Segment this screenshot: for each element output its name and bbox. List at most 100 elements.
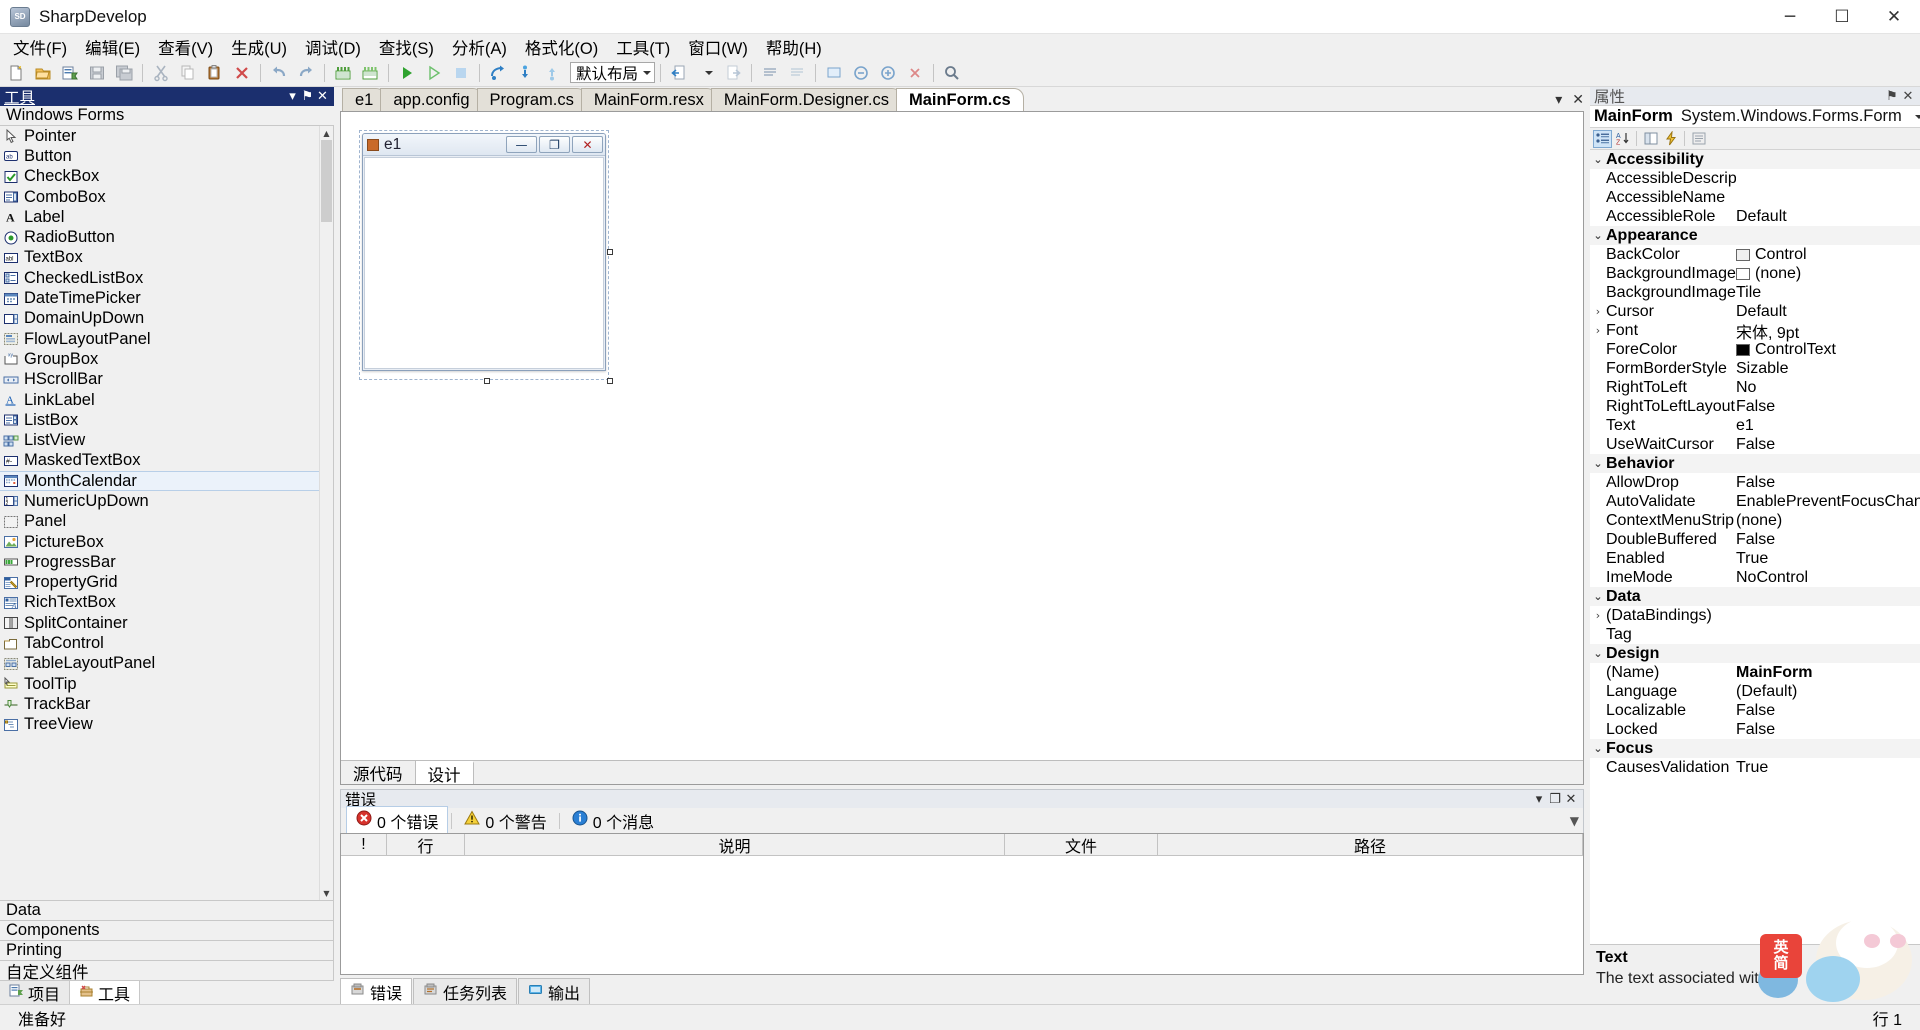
property-value[interactable]: MainForm [1736,664,1920,682]
chevron-down-icon[interactable]: ⌄ [1590,153,1606,166]
toolbox-category-windows-forms[interactable]: Windows Forms [0,106,334,126]
property-category-accessibility[interactable]: ⌄ Accessibility [1590,150,1920,169]
property-value[interactable]: False [1736,721,1920,739]
property-value[interactable]: False [1736,436,1920,454]
delete-icon[interactable] [229,61,255,85]
toolbox-item-panel[interactable]: Panel [0,512,333,532]
open-project-icon[interactable] [57,61,83,85]
error-panel-close-button[interactable]: ✕ [1563,792,1579,807]
error-column-header[interactable]: ! [341,834,387,855]
toolbox-item-tablelayoutpanel[interactable]: TableLayoutPanel [0,654,333,674]
toolbox-item-hscrollbar[interactable]: HScrollBar [0,370,333,390]
toolbox-item-datetimepicker[interactable]: DateTimePicker [0,288,333,308]
menu-search[interactable]: 查找(S) [370,32,443,62]
undo-icon[interactable] [266,61,292,85]
chevron-right-icon[interactable]: › [1590,305,1606,318]
toolbox-item-groupbox[interactable]: xy GroupBox [0,349,333,369]
toolbox-collapse-button[interactable]: ▾ [285,89,300,104]
property-value[interactable]: Tile [1736,284,1920,302]
toolbox-item-progressbar[interactable]: ProgressBar [0,552,333,572]
paste-icon[interactable] [202,61,228,85]
property-pages-button[interactable] [1689,130,1708,148]
navigate-back-icon[interactable] [666,61,692,85]
toolbox-item-maskedtextbox[interactable]: #- MaskedTextBox [0,451,333,471]
tab-source-code[interactable]: 源代码 [341,761,416,784]
toolbox-item-button[interactable]: ab Button [0,146,333,166]
tab-design[interactable]: 设计 [415,761,474,785]
navigate-forward-icon[interactable] [720,61,746,85]
chevron-down-icon[interactable]: ⌄ [1590,229,1606,242]
rebuild-icon[interactable] [357,61,383,85]
filter-messages-button[interactable]: 0 个消息 [563,807,663,835]
open-file-icon[interactable] [30,61,56,85]
toolbox-item-propertygrid[interactable]: PropertyGrid [0,573,333,593]
step-over-icon[interactable] [485,61,511,85]
property-value[interactable]: (none) [1736,512,1920,530]
scroll-down-icon[interactable]: ▼ [320,886,333,900]
property-row[interactable]: BackgroundImageLayTile [1590,283,1920,302]
toolbox-item-domainupdown[interactable]: DomainUpDown [0,309,333,329]
save-icon[interactable] [84,61,110,85]
properties-close-button[interactable]: ✕ [1900,89,1916,104]
search-icon[interactable] [939,61,965,85]
property-value[interactable]: 宋体, 9pt [1736,319,1920,343]
toolbox-item-splitcontainer[interactable]: SplitContainer [0,613,333,633]
property-category-data[interactable]: ⌄ Data [1590,587,1920,606]
step-out-icon[interactable] [539,61,565,85]
property-value[interactable]: False [1736,702,1920,720]
tab-project[interactable]: 项目 [0,981,71,1004]
toolbox-item-linklabel[interactable]: A LinkLabel [0,390,333,410]
property-category-appearance[interactable]: ⌄ Appearance [1590,226,1920,245]
property-row[interactable]: Tag [1590,625,1920,644]
indent-icon[interactable] [821,61,847,85]
property-row[interactable]: ImeMode NoControl [1590,568,1920,587]
toolbox-item-radiobutton[interactable]: RadioButton [0,227,333,247]
property-value[interactable]: False [1736,531,1920,549]
property-row[interactable]: BackColor Control [1590,245,1920,264]
property-value[interactable]: NoControl [1736,569,1920,587]
property-category-behavior[interactable]: ⌄ Behavior [1590,454,1920,473]
chevron-down-icon[interactable]: ⌄ [1590,457,1606,470]
filter-warnings-button[interactable]: 0 个警告 [455,807,555,835]
toolbox-pin-button[interactable]: ⚑ [300,89,315,104]
menu-analysis[interactable]: 分析(A) [443,32,516,62]
error-bar-overflow-button[interactable]: ▼ [1570,814,1579,828]
error-panel-float-button[interactable]: ❐ [1547,792,1563,807]
property-value[interactable]: False [1736,474,1920,492]
property-category-focus[interactable]: ⌄ Focus [1590,739,1920,758]
step-into-icon[interactable] [512,61,538,85]
property-row[interactable]: RightToLeft No [1590,378,1920,397]
menu-edit[interactable]: 编辑(E) [76,32,149,62]
outdent-icon[interactable] [848,61,874,85]
toolbox-close-button[interactable]: ✕ [315,89,330,104]
editor-tab-app-config[interactable]: app.config [380,88,483,111]
maximize-button[interactable]: ☐ [1816,0,1868,34]
tab-close-button[interactable]: ✕ [1572,92,1584,108]
tab-tasklist[interactable]: 任务列表 [413,978,518,1004]
redo-icon[interactable] [293,61,319,85]
property-value[interactable]: No [1736,379,1920,397]
property-row[interactable]: Text e1 [1590,416,1920,435]
property-value[interactable]: (Default) [1736,683,1920,701]
editor-tab-mainform-resx[interactable]: MainForm.resx [580,88,717,111]
menu-debug[interactable]: 调试(D) [296,32,370,62]
toolbox-item-monthcalendar[interactable]: MonthCalendar [0,471,333,492]
menu-window[interactable]: 窗口(W) [679,32,757,62]
property-category-design[interactable]: ⌄ Design [1590,644,1920,663]
toolbox-item-combobox[interactable]: ComboBox [0,187,333,207]
events-button[interactable] [1661,130,1680,148]
property-row[interactable]: (Name) MainForm [1590,663,1920,682]
tab-output[interactable]: 输出 [518,978,591,1004]
menu-help[interactable]: 帮助(H) [757,32,831,62]
toolbox-item-flowlayoutpanel[interactable]: FlowLayoutPanel [0,329,333,349]
toolbox-item-numericupdown[interactable]: 1 2 NumericUpDown [0,491,333,511]
categorized-button[interactable] [1593,129,1612,148]
property-row[interactable]: AccessibleName [1590,188,1920,207]
property-value[interactable]: True [1736,550,1920,568]
property-value[interactable]: Default [1736,208,1920,226]
error-column-header[interactable]: 路径 [1158,834,1583,856]
stop-icon[interactable] [448,61,474,85]
property-value[interactable]: ControlText [1736,341,1920,359]
property-row[interactable]: › Font 宋体, 9pt [1590,319,1920,343]
alphabetical-button[interactable]: AZ [1613,130,1632,148]
